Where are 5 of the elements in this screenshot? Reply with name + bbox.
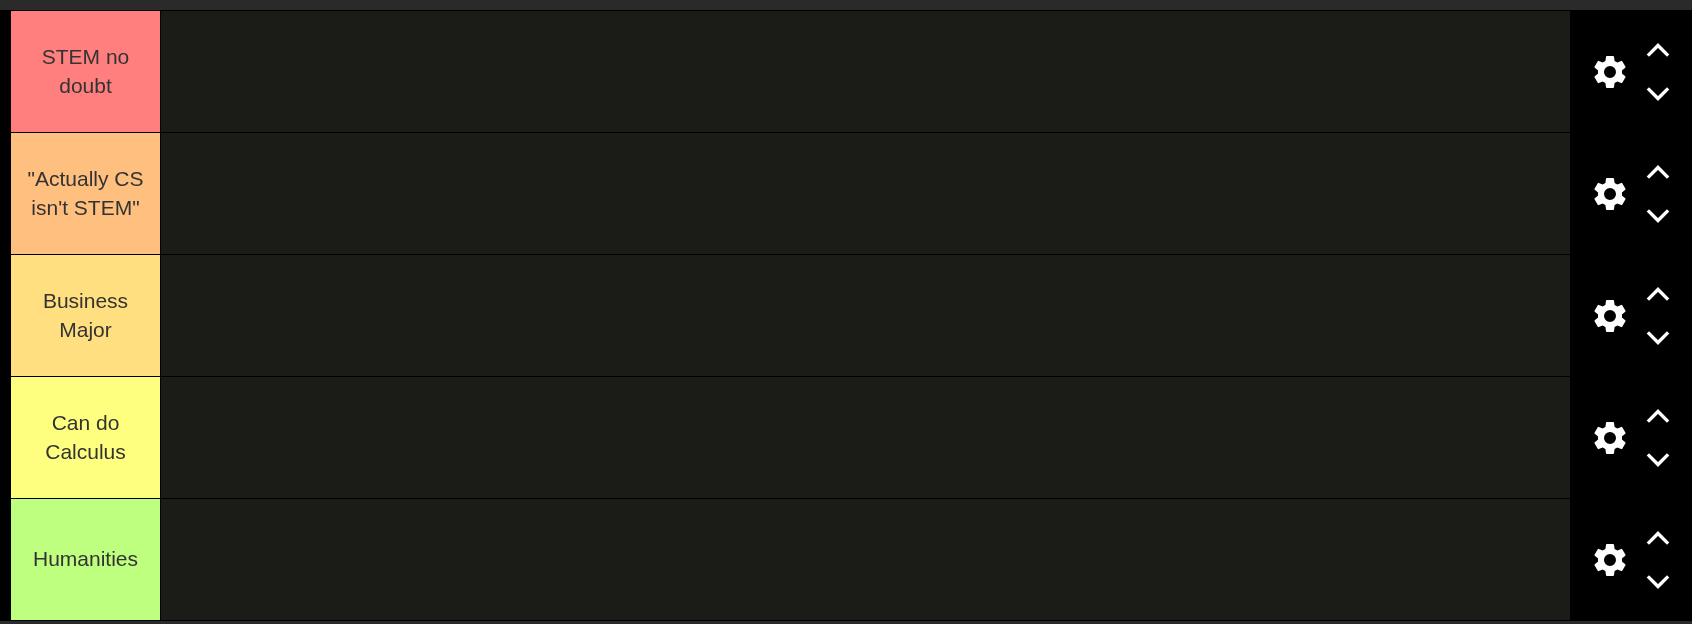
tier-label: Can do Calculus [11, 377, 161, 498]
tier-label: Humanities [11, 499, 161, 620]
tier-label: "Actually CS isn't STEM" [11, 133, 161, 254]
tier-label: Business Major [11, 255, 161, 376]
tier-label: STEM no doubt [11, 11, 161, 132]
